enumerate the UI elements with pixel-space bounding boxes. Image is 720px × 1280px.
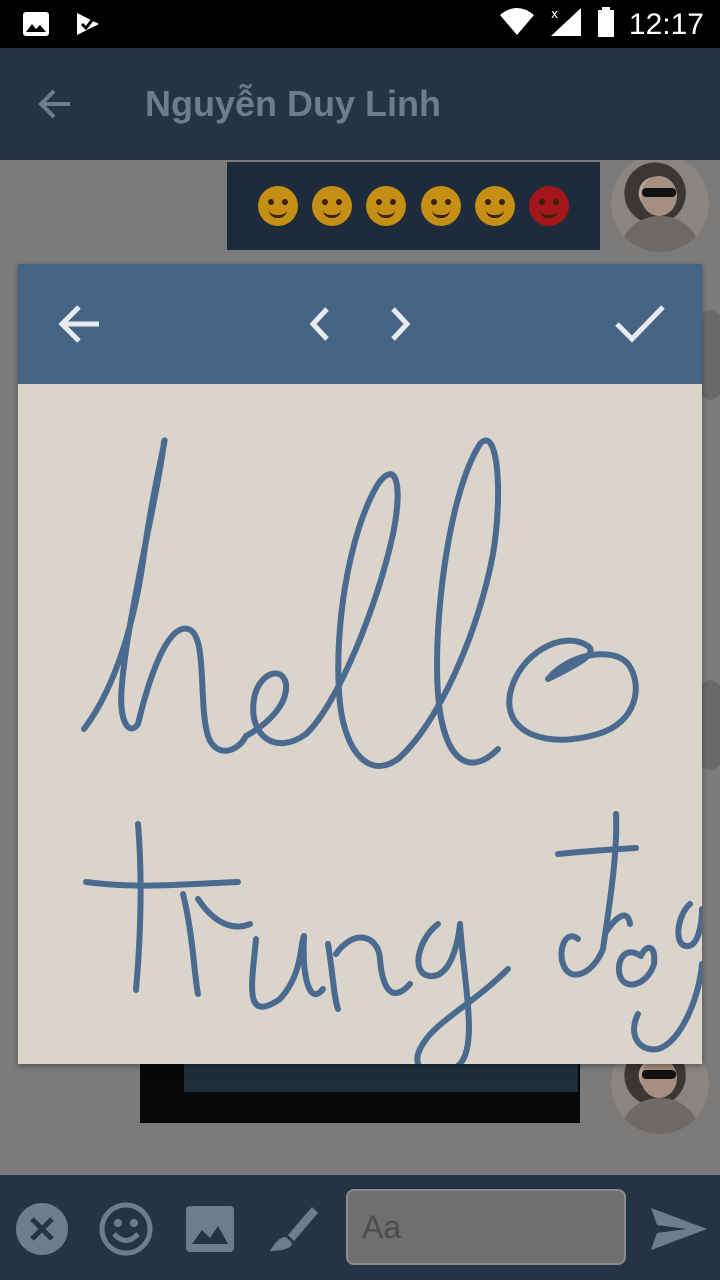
emoji-message-bubble[interactable] xyxy=(227,162,600,250)
battery-icon xyxy=(597,7,615,42)
smirk-emoji-icon xyxy=(258,186,299,226)
wink-emoji-icon xyxy=(420,186,461,226)
chevron-right-icon xyxy=(391,307,411,341)
back-button[interactable] xyxy=(34,82,78,126)
status-clock: 12:17 xyxy=(628,7,704,41)
drawing-toolbar xyxy=(18,264,702,384)
photo-button[interactable] xyxy=(180,1199,240,1259)
drawing-dialog xyxy=(18,264,702,1064)
arrow-left-icon xyxy=(58,305,99,343)
close-icon xyxy=(16,1203,68,1255)
message-input-box[interactable] xyxy=(346,1189,626,1265)
image-thumbnail xyxy=(184,1062,578,1092)
kiss-emoji-icon xyxy=(474,186,515,226)
chevron-left-icon xyxy=(309,307,329,341)
conversation-header: Nguyễn Duy Linh xyxy=(0,48,720,160)
close-button[interactable] xyxy=(12,1199,72,1259)
app-notification-icon xyxy=(74,10,102,43)
check-icon xyxy=(615,305,665,343)
status-bar: x 12:17 xyxy=(0,0,720,48)
send-icon xyxy=(651,1208,707,1250)
wink-tongue-emoji-icon xyxy=(366,186,407,226)
arrow-left-icon xyxy=(38,89,70,119)
redo-button[interactable] xyxy=(370,294,430,354)
grin-emoji-icon xyxy=(312,186,353,226)
image-message-bubble[interactable] xyxy=(140,1060,580,1123)
smiley-icon xyxy=(99,1202,153,1256)
signal-icon: x xyxy=(549,6,583,43)
wifi-icon xyxy=(499,7,535,42)
image-notification-icon xyxy=(22,11,50,42)
send-button[interactable] xyxy=(646,1199,712,1259)
draw-button[interactable] xyxy=(262,1199,322,1259)
brush-icon xyxy=(270,1207,318,1251)
undo-button[interactable] xyxy=(290,294,350,354)
drawing-canvas[interactable] xyxy=(18,384,702,1064)
handwriting-strokes xyxy=(81,437,702,1064)
message-input[interactable] xyxy=(348,1191,624,1263)
image-icon xyxy=(186,1206,234,1252)
emoji-button[interactable] xyxy=(96,1199,156,1259)
svg-text:x: x xyxy=(551,7,558,21)
composer-bar xyxy=(0,1175,720,1280)
angry-emoji-icon xyxy=(528,186,569,226)
drawing-back-button[interactable] xyxy=(50,294,110,354)
avatar[interactable] xyxy=(611,160,709,252)
confirm-drawing-button[interactable] xyxy=(610,294,670,354)
conversation-title: Nguyễn Duy Linh xyxy=(145,83,441,124)
